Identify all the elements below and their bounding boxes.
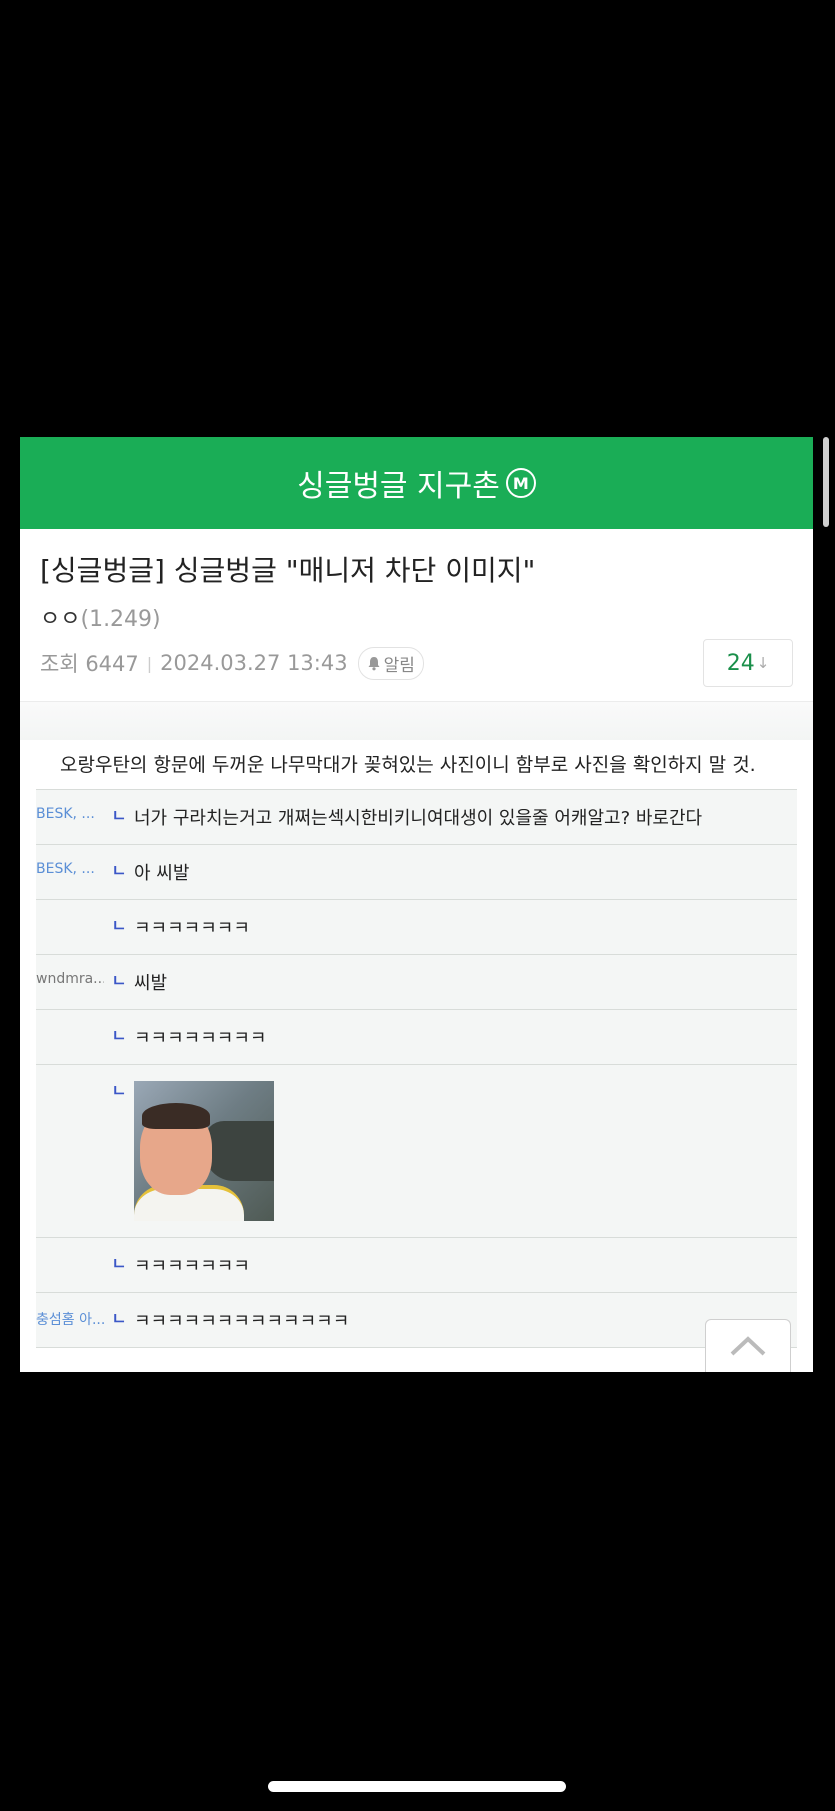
bell-icon — [368, 656, 380, 670]
home-indicator[interactable] — [268, 1781, 566, 1792]
reply-marker: ㄴ — [111, 1309, 127, 1328]
comment-row[interactable]: wndmra... ㄴ 씨발 — [36, 955, 797, 1010]
reply-marker: ㄴ — [111, 1254, 127, 1273]
post-title: [싱글벙글] 싱글벙글 "매니저 차단 이미지" — [40, 554, 536, 587]
arrow-down-icon: ↓ — [756, 654, 770, 672]
comment-text: 씨발 — [134, 973, 168, 994]
manager-badge-icon: M — [505, 468, 536, 498]
comment-image[interactable] — [134, 1081, 274, 1221]
blurred-content — [20, 702, 813, 740]
comment-nick[interactable] — [36, 900, 104, 916]
comment-text: ㅋㅋㅋㅋㅋㅋㅋ — [134, 1256, 250, 1277]
comment-nick[interactable]: BESK, ... — [36, 790, 104, 822]
post-meta: 조회 6447 | 2024.03.27 13:43 알림 24 ↓ — [20, 633, 813, 693]
reply-marker: ㄴ — [111, 971, 127, 990]
alarm-label: 알림 — [383, 655, 415, 676]
comment-text: ㅋㅋㅋㅋㅋㅋㅋㅋㅋㅋㅋㅋㅋ — [134, 1311, 350, 1332]
reply-marker: ㄴ — [111, 861, 127, 880]
comment-text: 너가 구라치는거고 개쩌는섹시한비키니여대생이 있을줄 어캐알고? 바로간다 — [134, 808, 703, 829]
comment-row[interactable]: ㄴ — [36, 1065, 797, 1238]
comment-nick[interactable] — [36, 1065, 104, 1081]
warning-text: 오랑우탄의 항문에 두꺼운 나무막대가 꽂혀있는 사진이니 함부로 사진을 확인… — [36, 740, 797, 790]
reply-marker: ㄴ — [111, 806, 127, 825]
board-header[interactable]: 싱글벙글 지구촌 M — [20, 437, 813, 529]
mobile-screen: 싱글벙글 지구촌 M [싱글벙글] 싱글벙글 "매니저 차단 이미지" ㅇㅇ(1… — [20, 437, 813, 1372]
author-level: (1.249) — [80, 607, 161, 632]
comment-nick[interactable]: 충섬홈 아... — [36, 1293, 104, 1329]
alarm-button[interactable]: 알림 — [357, 646, 424, 680]
comment-text: 아 씨발 — [134, 863, 190, 884]
comment-count: 24 — [726, 650, 755, 676]
comment-row[interactable]: 충섬홈 아... ㄴ ㅋㅋㅋㅋㅋㅋㅋㅋㅋㅋㅋㅋㅋ — [36, 1293, 797, 1348]
comment-text: ㅋㅋㅋㅋㅋㅋㅋㅋ — [134, 1028, 267, 1049]
comment-count-button[interactable]: 24 ↓ — [703, 639, 793, 687]
post-author[interactable]: ㅇㅇ(1.249) — [20, 589, 813, 633]
meta-separator: | — [146, 653, 153, 673]
comment-row[interactable]: ㄴ ㅋㅋㅋㅋㅋㅋㅋㅋ — [36, 1010, 797, 1065]
comment-nick[interactable] — [36, 1010, 104, 1026]
board-name: 싱글벙글 지구촌 — [297, 469, 500, 504]
reply-marker: ㄴ — [111, 1081, 127, 1100]
reply-marker: ㄴ — [111, 1026, 127, 1045]
scrollbar[interactable] — [823, 437, 829, 527]
comment-nick[interactable] — [36, 1238, 104, 1254]
chevron-up-icon — [730, 1336, 766, 1356]
reply-marker: ㄴ — [111, 916, 127, 935]
scroll-top-button[interactable] — [705, 1319, 791, 1372]
comment-nick[interactable]: wndmra... — [36, 955, 104, 987]
comment-row[interactable]: ㄴ ㅋㅋㅋㅋㅋㅋㅋ — [36, 1238, 797, 1293]
comment-nick[interactable]: BESK, ... — [36, 845, 104, 877]
comment-list: BESK, ... ㄴ 너가 구라치는거고 개쩌는섹시한비키니여대생이 있을줄 … — [36, 790, 797, 1348]
post-date: 2024.03.27 13:43 — [160, 651, 348, 675]
comment-text: ㅋㅋㅋㅋㅋㅋㅋ — [134, 918, 250, 939]
comment-row[interactable]: BESK, ... ㄴ 너가 구라치는거고 개쩌는섹시한비키니여대생이 있을줄 … — [36, 790, 797, 845]
view-count: 조회 6447 — [40, 652, 139, 676]
author-name: ㅇㅇ — [40, 607, 81, 632]
comment-row[interactable]: ㄴ ㅋㅋㅋㅋㅋㅋㅋ — [36, 900, 797, 955]
comment-row[interactable]: BESK, ... ㄴ 아 씨발 — [36, 845, 797, 900]
